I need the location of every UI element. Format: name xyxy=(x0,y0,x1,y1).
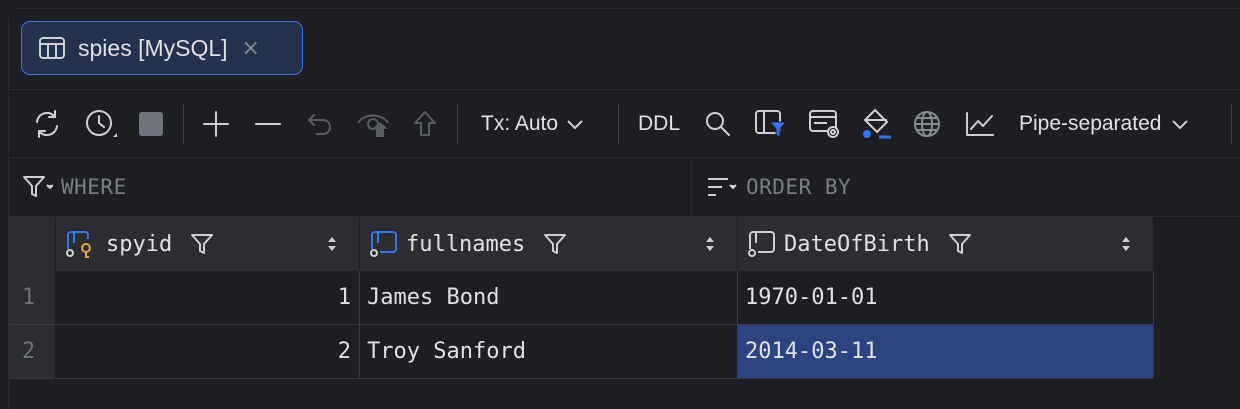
delete-row-icon[interactable] xyxy=(251,90,285,157)
table-icon xyxy=(38,36,68,60)
toolbar: Tx: Auto DDL Pipe-separated xyxy=(9,90,1240,158)
primary-key-column-icon xyxy=(64,229,98,259)
column-filter-icon[interactable] xyxy=(948,232,972,256)
toolbar-divider xyxy=(618,104,619,144)
filter-icon xyxy=(21,173,53,201)
close-icon[interactable]: × xyxy=(242,36,260,61)
ddl-button[interactable]: DDL xyxy=(635,90,683,157)
row-number[interactable]: 2 xyxy=(9,325,56,379)
view-data-icon[interactable] xyxy=(805,90,845,157)
column-header-dateofbirth[interactable]: DateOfBirth xyxy=(738,217,1154,271)
column-filter-icon[interactable] xyxy=(543,232,567,256)
sort-lines-icon xyxy=(706,175,738,199)
table-cell-dateofbirth-selected[interactable]: 2014-03-11 xyxy=(738,325,1154,379)
table-cell-fullnames[interactable]: Troy Sanford xyxy=(360,325,738,379)
order-by-field[interactable]: ORDER BY xyxy=(692,158,1240,216)
refresh-icon[interactable] xyxy=(29,90,65,157)
where-placeholder: WHERE xyxy=(61,175,127,199)
row-number-header xyxy=(9,217,56,271)
sort-toggle-icon[interactable] xyxy=(327,217,337,271)
export-format-dropdown[interactable]: Pipe-separated xyxy=(1019,90,1219,157)
chart-icon[interactable] xyxy=(961,90,999,157)
revert-icon[interactable] xyxy=(303,90,337,157)
column-name: fullnames xyxy=(406,231,526,257)
column-name: DateOfBirth xyxy=(784,231,930,257)
chevron-down-icon xyxy=(1172,119,1189,129)
table-cell-spyid[interactable]: 1 xyxy=(56,271,360,325)
filter-view-icon[interactable] xyxy=(751,90,791,157)
stop-icon[interactable] xyxy=(135,90,167,157)
sort-toggle-icon[interactable] xyxy=(705,217,715,271)
submit-icon[interactable] xyxy=(409,90,441,157)
globe-icon[interactable] xyxy=(909,90,945,157)
add-row-icon[interactable] xyxy=(199,90,233,157)
tab-spies-mysql[interactable]: spies [MySQL] × xyxy=(21,21,303,75)
history-clock-icon[interactable] xyxy=(81,90,121,157)
column-icon xyxy=(746,229,778,259)
where-filter-field[interactable]: WHERE xyxy=(9,158,692,216)
table-cell-dateofbirth[interactable]: 1970-01-01 xyxy=(738,271,1154,325)
ddl-label: DDL xyxy=(637,111,680,135)
toolbar-divider xyxy=(457,104,458,144)
table-cell-fullnames[interactable]: James Bond xyxy=(360,271,738,325)
export-format-label: Pipe-separated xyxy=(1019,111,1162,135)
preview-changes-icon[interactable] xyxy=(355,90,391,157)
sort-toggle-icon[interactable] xyxy=(1121,217,1131,271)
row-number[interactable]: 1 xyxy=(9,271,56,325)
transaction-mode-dropdown[interactable]: Tx: Auto xyxy=(481,90,601,157)
toolbar-divider xyxy=(183,104,184,144)
filter-bar: WHERE ORDER BY xyxy=(9,158,1240,217)
column-header-spyid[interactable]: spyid xyxy=(56,217,360,271)
search-icon[interactable] xyxy=(701,90,735,157)
table-cell-spyid[interactable]: 2 xyxy=(56,325,360,379)
column-name: spyid xyxy=(106,231,173,257)
tab-title: spies [MySQL] xyxy=(78,34,228,61)
column-header-fullnames[interactable]: fullnames xyxy=(360,217,738,271)
order-by-placeholder: ORDER BY xyxy=(746,175,852,199)
column-filter-icon[interactable] xyxy=(190,232,214,256)
chevron-down-icon xyxy=(567,119,583,129)
column-icon xyxy=(368,229,400,259)
paint-bucket-icon[interactable] xyxy=(857,90,897,157)
tx-mode-label: Tx: Auto xyxy=(481,111,559,135)
tab-bar: spies [MySQL] × xyxy=(9,9,1240,90)
database-editor-window: spies [MySQL] × Tx: Auto DDL Pipe-separa… xyxy=(8,8,1240,409)
toolbar-divider xyxy=(1231,104,1232,144)
